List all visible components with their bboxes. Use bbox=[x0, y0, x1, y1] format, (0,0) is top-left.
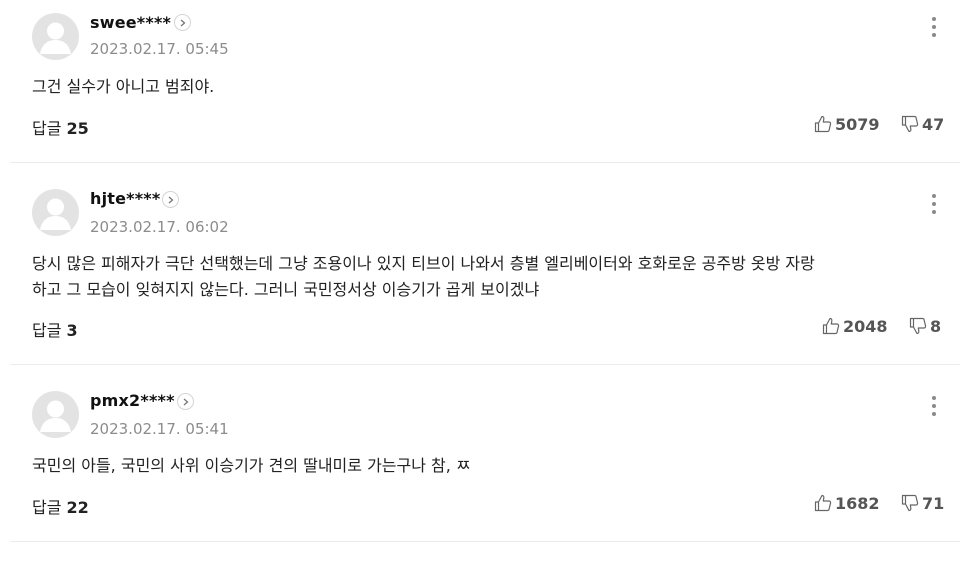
comment-list: swee**** 2023.02.17. 05:45 그건 실수가 아니고 범죄… bbox=[0, 0, 960, 561]
thumbs-up-icon bbox=[814, 494, 832, 512]
timestamp: 2023.02.17. 05:45 bbox=[90, 40, 229, 58]
like-count: 1682 bbox=[835, 494, 880, 513]
default-avatar-icon bbox=[40, 22, 71, 54]
more-vertical-icon bbox=[932, 17, 936, 21]
avatar[interactable] bbox=[32, 189, 79, 236]
reply-button[interactable]: 답글 3 bbox=[32, 317, 78, 341]
comment-text-line: 하고 그 모습이 잊혀지지 않는다. 그러니 국민정서상 이승기가 곱게 보이겠… bbox=[32, 280, 540, 299]
more-vertical-icon bbox=[932, 396, 936, 400]
like-button[interactable]: 2048 bbox=[822, 317, 888, 336]
reply-button[interactable]: 답글 25 bbox=[32, 115, 89, 139]
thumbs-down-icon bbox=[901, 494, 919, 512]
dislike-count: 71 bbox=[922, 494, 945, 513]
dislike-button[interactable]: 8 bbox=[909, 317, 941, 336]
username[interactable]: swee**** bbox=[90, 13, 171, 32]
profile-chevron-right-icon[interactable] bbox=[177, 393, 194, 410]
more-options-button[interactable] bbox=[924, 190, 944, 218]
comment-text: 국민의 아들, 국민의 사위 이승기가 견의 딸내미로 가는구나 참, ㅉ bbox=[32, 453, 942, 479]
comment-item: swee**** 2023.02.17. 05:45 그건 실수가 아니고 범죄… bbox=[0, 0, 960, 163]
reply-count: 25 bbox=[66, 119, 89, 138]
avatar[interactable] bbox=[32, 13, 79, 60]
comment-text-line: 그건 실수가 아니고 범죄야. bbox=[32, 77, 215, 96]
more-vertical-icon bbox=[932, 194, 936, 198]
dislike-count: 47 bbox=[922, 115, 945, 134]
avatar[interactable] bbox=[32, 391, 79, 438]
more-options-button[interactable] bbox=[924, 13, 944, 41]
comment-text-line: 국민의 아들, 국민의 사위 이승기가 견의 딸내미로 가는구나 참, ㅉ bbox=[32, 456, 471, 475]
like-button[interactable]: 1682 bbox=[814, 494, 880, 513]
more-options-button[interactable] bbox=[924, 392, 944, 420]
dislike-count: 8 bbox=[930, 317, 942, 336]
reply-count: 22 bbox=[66, 498, 89, 517]
reply-label: 답글 bbox=[32, 119, 62, 138]
timestamp: 2023.02.17. 05:41 bbox=[90, 420, 229, 438]
reply-button[interactable]: 답글 22 bbox=[32, 494, 89, 518]
comment-text-line: 당시 많은 피해자가 극단 선택했는데 그냥 조용이나 있지 티브이 나와서 층… bbox=[32, 254, 815, 273]
dislike-button[interactable]: 71 bbox=[901, 494, 944, 513]
like-count: 5079 bbox=[835, 115, 880, 134]
thumbs-up-icon bbox=[814, 115, 832, 133]
comment-text: 그건 실수가 아니고 범죄야. bbox=[32, 74, 942, 100]
profile-chevron-right-icon[interactable] bbox=[162, 191, 179, 208]
comment-item: hjte**** 2023.02.17. 06:02 당시 많은 피해자가 극단… bbox=[0, 163, 960, 365]
divider bbox=[10, 541, 960, 542]
like-count: 2048 bbox=[843, 317, 888, 336]
thumbs-down-icon bbox=[909, 317, 927, 335]
reply-label: 답글 bbox=[32, 321, 62, 340]
reply-count: 3 bbox=[66, 321, 78, 340]
profile-chevron-right-icon[interactable] bbox=[174, 14, 191, 31]
comment-item: pmx2**** 2023.02.17. 05:41 국민의 아들, 국민의 사… bbox=[0, 365, 960, 542]
reply-label: 답글 bbox=[32, 498, 62, 517]
dislike-button[interactable]: 47 bbox=[901, 115, 944, 134]
thumbs-up-icon bbox=[822, 317, 840, 335]
default-avatar-icon bbox=[40, 400, 71, 432]
thumbs-down-icon bbox=[901, 115, 919, 133]
default-avatar-icon bbox=[40, 198, 71, 230]
username[interactable]: hjte**** bbox=[90, 189, 160, 208]
timestamp: 2023.02.17. 06:02 bbox=[90, 218, 229, 236]
username[interactable]: pmx2**** bbox=[90, 391, 175, 410]
comment-text: 당시 많은 피해자가 극단 선택했는데 그냥 조용이나 있지 티브이 나와서 층… bbox=[32, 251, 942, 303]
like-button[interactable]: 5079 bbox=[814, 115, 880, 134]
